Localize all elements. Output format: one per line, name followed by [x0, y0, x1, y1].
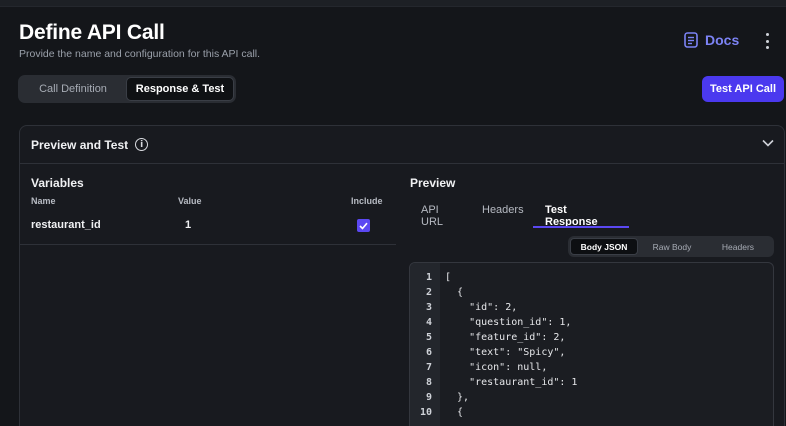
tab-body-json[interactable]: Body JSON — [570, 238, 638, 255]
column-include: Include — [351, 196, 383, 206]
kebab-menu-icon[interactable] — [760, 33, 774, 49]
line-number: 2 — [425, 287, 432, 298]
mode-switch: Call Definition Response & Test — [18, 75, 236, 103]
code-line: "icon": null, — [445, 362, 548, 373]
code-line: "id": 2, — [445, 302, 518, 313]
code-line: "text": "Spicy", — [445, 347, 566, 358]
test-api-call-button[interactable]: Test API Call — [702, 76, 784, 102]
line-number: 3 — [425, 302, 432, 313]
column-value: Value — [178, 196, 202, 206]
variables-title: Variables — [31, 176, 84, 190]
active-tab-indicator — [533, 226, 629, 228]
table-row: restaurant_id 1 — [20, 209, 396, 245]
include-checkbox[interactable] — [357, 219, 370, 232]
variable-name: restaurant_id — [31, 219, 101, 231]
page-subtitle: Provide the name and configuration for t… — [19, 48, 261, 60]
page-title: Define API Call — [19, 21, 165, 44]
document-icon — [684, 32, 698, 48]
line-number: 1 — [425, 272, 432, 283]
top-bar — [0, 0, 786, 7]
tab-response-test[interactable]: Response & Test — [126, 77, 234, 101]
panel-title: Preview and Test — [31, 137, 129, 152]
chevron-down-icon[interactable] — [762, 139, 774, 147]
line-number: 6 — [425, 347, 432, 358]
variable-value[interactable]: 1 — [185, 219, 191, 231]
preview-title: Preview — [410, 176, 456, 190]
column-name: Name — [31, 196, 56, 206]
line-number: 9 — [425, 392, 432, 403]
tab-test-response[interactable]: Test Response — [545, 204, 598, 228]
response-view-switch: Body JSON Raw Body Headers — [568, 236, 774, 257]
tab-call-definition[interactable]: Call Definition — [20, 77, 126, 101]
line-number: 10 — [419, 407, 432, 418]
docs-link[interactable]: Docs — [684, 32, 739, 48]
docs-label: Docs — [705, 32, 740, 48]
info-icon[interactable]: i — [135, 138, 149, 151]
line-number: 7 — [425, 362, 432, 373]
tab-headers[interactable]: Headers — [482, 204, 524, 216]
line-number: 5 — [425, 332, 432, 343]
tab-api-url[interactable]: API URL — [421, 204, 443, 228]
check-icon — [359, 222, 368, 230]
code-line: { — [445, 407, 464, 418]
code-line: "question_id": 1, — [445, 317, 572, 328]
line-number: 8 — [425, 377, 432, 388]
code-line: "feature_id": 2, — [445, 332, 566, 343]
code-line: }, — [445, 392, 470, 403]
panel-header[interactable]: Preview and Test i — [20, 126, 784, 164]
code-line: [ — [445, 272, 452, 283]
json-viewer[interactable]: 1 [2 {3 "id": 2, 4 "question_id": 1, 5 "fea… — [409, 262, 774, 426]
code-line: "restaurant_id": 1 — [445, 377, 578, 388]
tab-response-headers[interactable]: Headers — [706, 238, 770, 255]
tab-raw-body[interactable]: Raw Body — [640, 238, 704, 255]
code-line: { — [445, 287, 464, 298]
preview-test-panel: Preview and Test i Variables Name Value … — [19, 125, 785, 426]
line-number: 4 — [425, 317, 432, 328]
